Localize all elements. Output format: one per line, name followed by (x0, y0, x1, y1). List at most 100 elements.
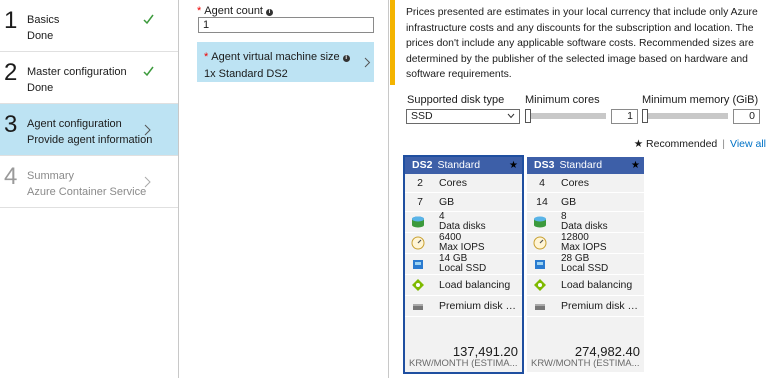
step-number: 3 (4, 111, 18, 138)
step-master-configuration[interactable]: 2 Master configuration Done (0, 52, 178, 104)
iops-row: 12800 Max IOPS (527, 233, 644, 254)
data-disks-row: 8 Data disks (527, 212, 644, 233)
step-title: Summary (27, 170, 75, 182)
cores-value: 2 (417, 177, 423, 189)
vm-size-card-ds3[interactable]: DS3 Standard ★ 4 Cores 14 GB 8 Data disks 12… (527, 157, 644, 372)
recommended-label: ★ Recommended (633, 138, 718, 150)
min-memory-slider-thumb[interactable] (642, 109, 648, 123)
vm-size-card-ds2[interactable]: DS2 Standard ★ 2 Cores 7 GB 4 Data disks 640… (403, 155, 524, 374)
chevron-down-icon (507, 113, 515, 119)
price-unit: KRW/MONTH (ESTIMA... (531, 358, 640, 369)
recommended-star-icon: ★ (631, 160, 640, 171)
info-icon[interactable]: i (342, 55, 350, 62)
step-number: 1 (4, 7, 18, 34)
disk-type-label: Supported disk type (407, 94, 505, 106)
step-subtitle: Azure Container Service (27, 186, 147, 198)
agent-count-input[interactable] (198, 17, 374, 33)
local-ssd-label: Local SSD (561, 263, 609, 274)
separator: | (722, 138, 725, 150)
min-memory-input[interactable]: 0 (733, 109, 760, 124)
check-icon (143, 66, 154, 77)
step-title: Basics (27, 14, 60, 26)
agent-vm-size-label-text: Agent virtual machine size (211, 51, 340, 63)
load-balancing-label: Load balancing (439, 279, 511, 291)
step-number: 2 (4, 59, 18, 86)
cores-unit: Cores (439, 177, 468, 189)
data-disks-label: Data disks (439, 221, 486, 232)
data-disks-icon (412, 216, 424, 228)
min-cores-label: Minimum cores (525, 94, 600, 106)
min-memory-slider-track[interactable] (645, 113, 728, 119)
size-code: DS3 (534, 159, 555, 171)
memory-value: 7 (417, 196, 423, 208)
recommended-row: ★ Recommended | View all (634, 138, 766, 150)
card-header: DS3 Standard ★ (527, 157, 644, 174)
local-ssd-row: 14 GB Local SSD (405, 254, 522, 275)
agent-vm-size-label: * Agent virtual machine size i (204, 51, 350, 63)
load-balancing-label: Load balancing (561, 279, 633, 291)
load-balancing-icon (534, 279, 546, 291)
step-subtitle: Done (27, 30, 54, 42)
notice-accent-bar (390, 0, 395, 85)
disk-type-value: SSD (411, 110, 433, 122)
local-ssd-icon (413, 260, 423, 269)
step-basics[interactable]: 1 Basics Done (0, 0, 178, 52)
step-number: 4 (4, 163, 18, 190)
premium-disk-label: Premium disk su... (561, 301, 641, 312)
premium-disk-row: Premium disk su... (527, 296, 644, 317)
step-agent-configuration[interactable]: 3 Agent configuration Provide agent info… (0, 104, 178, 156)
step-summary[interactable]: 4 Summary Azure Container Service (0, 156, 178, 208)
load-balancing-row: Load balancing (527, 275, 644, 296)
min-memory-label: Minimum memory (GiB) (642, 94, 759, 106)
step-subtitle: Provide agent information (27, 134, 153, 146)
iops-row: 6400 Max IOPS (405, 233, 522, 254)
memory-unit: GB (439, 196, 455, 208)
wizard-steps: 1 Basics Done 2 Master configuration Don… (0, 0, 179, 378)
iops-label: Max IOPS (561, 242, 607, 253)
step-title: Agent configuration (27, 118, 122, 130)
price-value: 137,491.20 (452, 344, 518, 359)
agent-config-blade: *Agent counti *Agent virtual machine siz… (180, 0, 389, 378)
iops-gauge-icon (533, 236, 547, 250)
premium-disk-row: Premium disk su... (405, 296, 522, 317)
min-cores-input[interactable]: 1 (611, 109, 638, 124)
cores-row: 2 Cores (405, 174, 522, 193)
step-title: Master configuration (27, 66, 127, 78)
memory-unit: GB (561, 196, 577, 208)
cores-value: 4 (539, 177, 545, 189)
info-icon[interactable]: i (266, 9, 273, 16)
price-value: 274,982.40 (574, 344, 640, 359)
view-all-link[interactable]: View all (730, 138, 766, 150)
agent-vm-size-value: 1x Standard DS2 (204, 68, 288, 80)
iops-label: Max IOPS (439, 242, 485, 253)
agent-count-label-text: Agent count (204, 5, 263, 17)
data-disks-icon (534, 216, 546, 228)
premium-disk-icon (413, 304, 423, 310)
local-ssd-row: 28 GB Local SSD (527, 254, 644, 275)
pricing-notice: Prices presented are estimates in your l… (406, 7, 758, 81)
data-disks-label: Data disks (561, 221, 608, 232)
chevron-right-icon (364, 57, 371, 68)
chevron-right-icon (144, 176, 151, 188)
memory-value: 14 (536, 196, 548, 208)
agent-vm-size-selector[interactable]: * Agent virtual machine size i 1x Standard… (197, 42, 374, 82)
agent-count-label: * Agent count i (197, 5, 273, 17)
min-cores-slider-thumb[interactable] (525, 109, 531, 123)
chevron-right-icon (144, 124, 151, 136)
data-disks-row: 4 Data disks (405, 212, 522, 233)
iops-gauge-icon (411, 236, 425, 250)
card-header: DS2 Standard ★ (405, 157, 522, 174)
cores-row: 4 Cores (527, 174, 644, 193)
disk-type-select[interactable]: SSD (406, 109, 520, 124)
memory-row: 7 GB (405, 193, 522, 212)
size-tier: Standard (559, 159, 603, 171)
load-balancing-row: Load balancing (405, 275, 522, 296)
cores-unit: Cores (561, 177, 590, 189)
recommended-star-icon: ★ (509, 160, 518, 171)
min-cores-slider-track[interactable] (528, 113, 606, 119)
size-tier: Standard (437, 159, 481, 171)
size-code: DS2 (412, 159, 433, 171)
premium-disk-icon (535, 304, 545, 310)
load-balancing-icon (412, 279, 424, 291)
required-marker: * (204, 51, 209, 63)
